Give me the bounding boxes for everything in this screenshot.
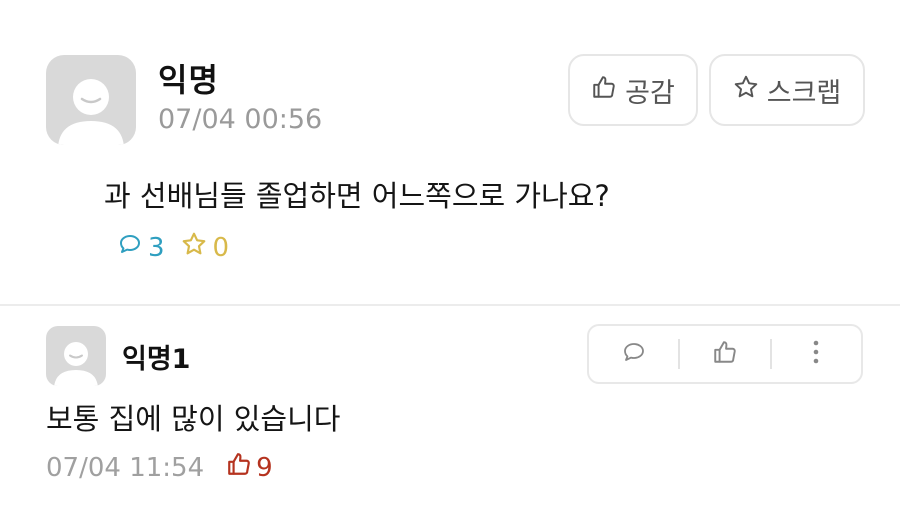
thumbs-up-icon [712, 339, 738, 369]
scrap-button-label: 스크랩 [766, 77, 842, 109]
board-post-page: 익명 07/04 00:56 공감 스크랩 과 선배님들 졸업하면 어느쪽으로 … [0, 0, 900, 508]
comment-meta: 07/04 11:54 9 [46, 451, 273, 484]
avatar [46, 55, 136, 145]
comment-like-button[interactable] [680, 326, 769, 382]
post-author: 익명 [158, 61, 219, 99]
comment-action-bar [587, 324, 863, 384]
comment-avatar [46, 326, 106, 386]
comment-body: 보통 집에 많이 있습니다 [46, 402, 341, 436]
speech-bubble-icon [118, 232, 148, 263]
post-timestamp: 07/04 00:56 [158, 104, 323, 135]
comment-like-count: 9 [256, 452, 273, 483]
more-options-button[interactable] [772, 326, 861, 382]
scrap-count: 0 [212, 232, 230, 263]
post-stats: 3 0 [118, 231, 229, 264]
scrap-count-stat: 0 [181, 231, 230, 264]
comment-count: 3 [148, 232, 165, 263]
star-icon [733, 74, 767, 107]
more-vertical-icon [811, 339, 821, 369]
scrap-button[interactable]: 스크랩 [709, 54, 865, 126]
comment-like-count-stat: 9 [226, 451, 273, 484]
comment-author: 익명1 [122, 344, 191, 375]
reply-button[interactable] [589, 326, 678, 382]
comment-timestamp: 07/04 11:54 [46, 452, 205, 483]
divider [0, 304, 900, 306]
thumbs-up-icon [591, 74, 625, 107]
post-body: 과 선배님들 졸업하면 어느쪽으로 가나요? [104, 179, 610, 213]
like-button-label: 공감 [625, 77, 675, 109]
speech-bubble-icon [622, 340, 646, 368]
like-button[interactable]: 공감 [568, 54, 698, 126]
comment-count-stat: 3 [118, 232, 165, 263]
thumbs-up-icon [226, 451, 256, 484]
star-icon [181, 231, 213, 264]
